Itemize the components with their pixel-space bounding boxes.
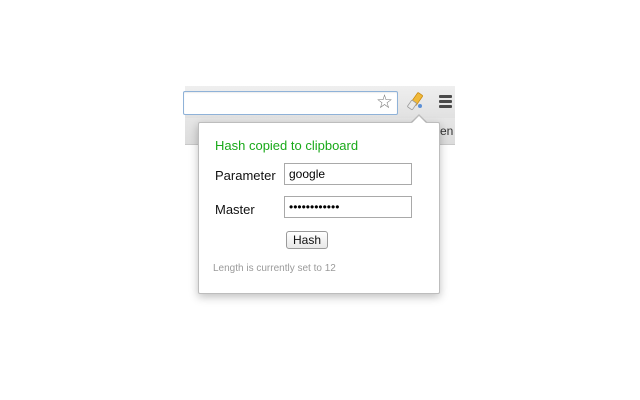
popup-arrow-fill — [411, 116, 427, 124]
address-bar[interactable]: ☆ — [183, 91, 398, 115]
extension-popup: Hash copied to clipboard Parameter Maste… — [198, 122, 440, 294]
parameter-input[interactable] — [284, 163, 412, 185]
parameter-label: Parameter — [215, 168, 276, 183]
master-label: Master — [215, 202, 255, 217]
bookmark-item-partial[interactable]: en — [440, 124, 453, 138]
length-note: Length is currently set to 12 — [213, 263, 336, 274]
chrome-menu-icon[interactable] — [439, 95, 452, 109]
status-message: Hash copied to clipboard — [215, 138, 359, 153]
hash-extension-icon[interactable] — [403, 91, 427, 113]
hash-button[interactable]: Hash — [286, 231, 329, 249]
bookmark-star-icon[interactable]: ☆ — [376, 93, 393, 113]
master-password-input[interactable] — [284, 196, 412, 218]
